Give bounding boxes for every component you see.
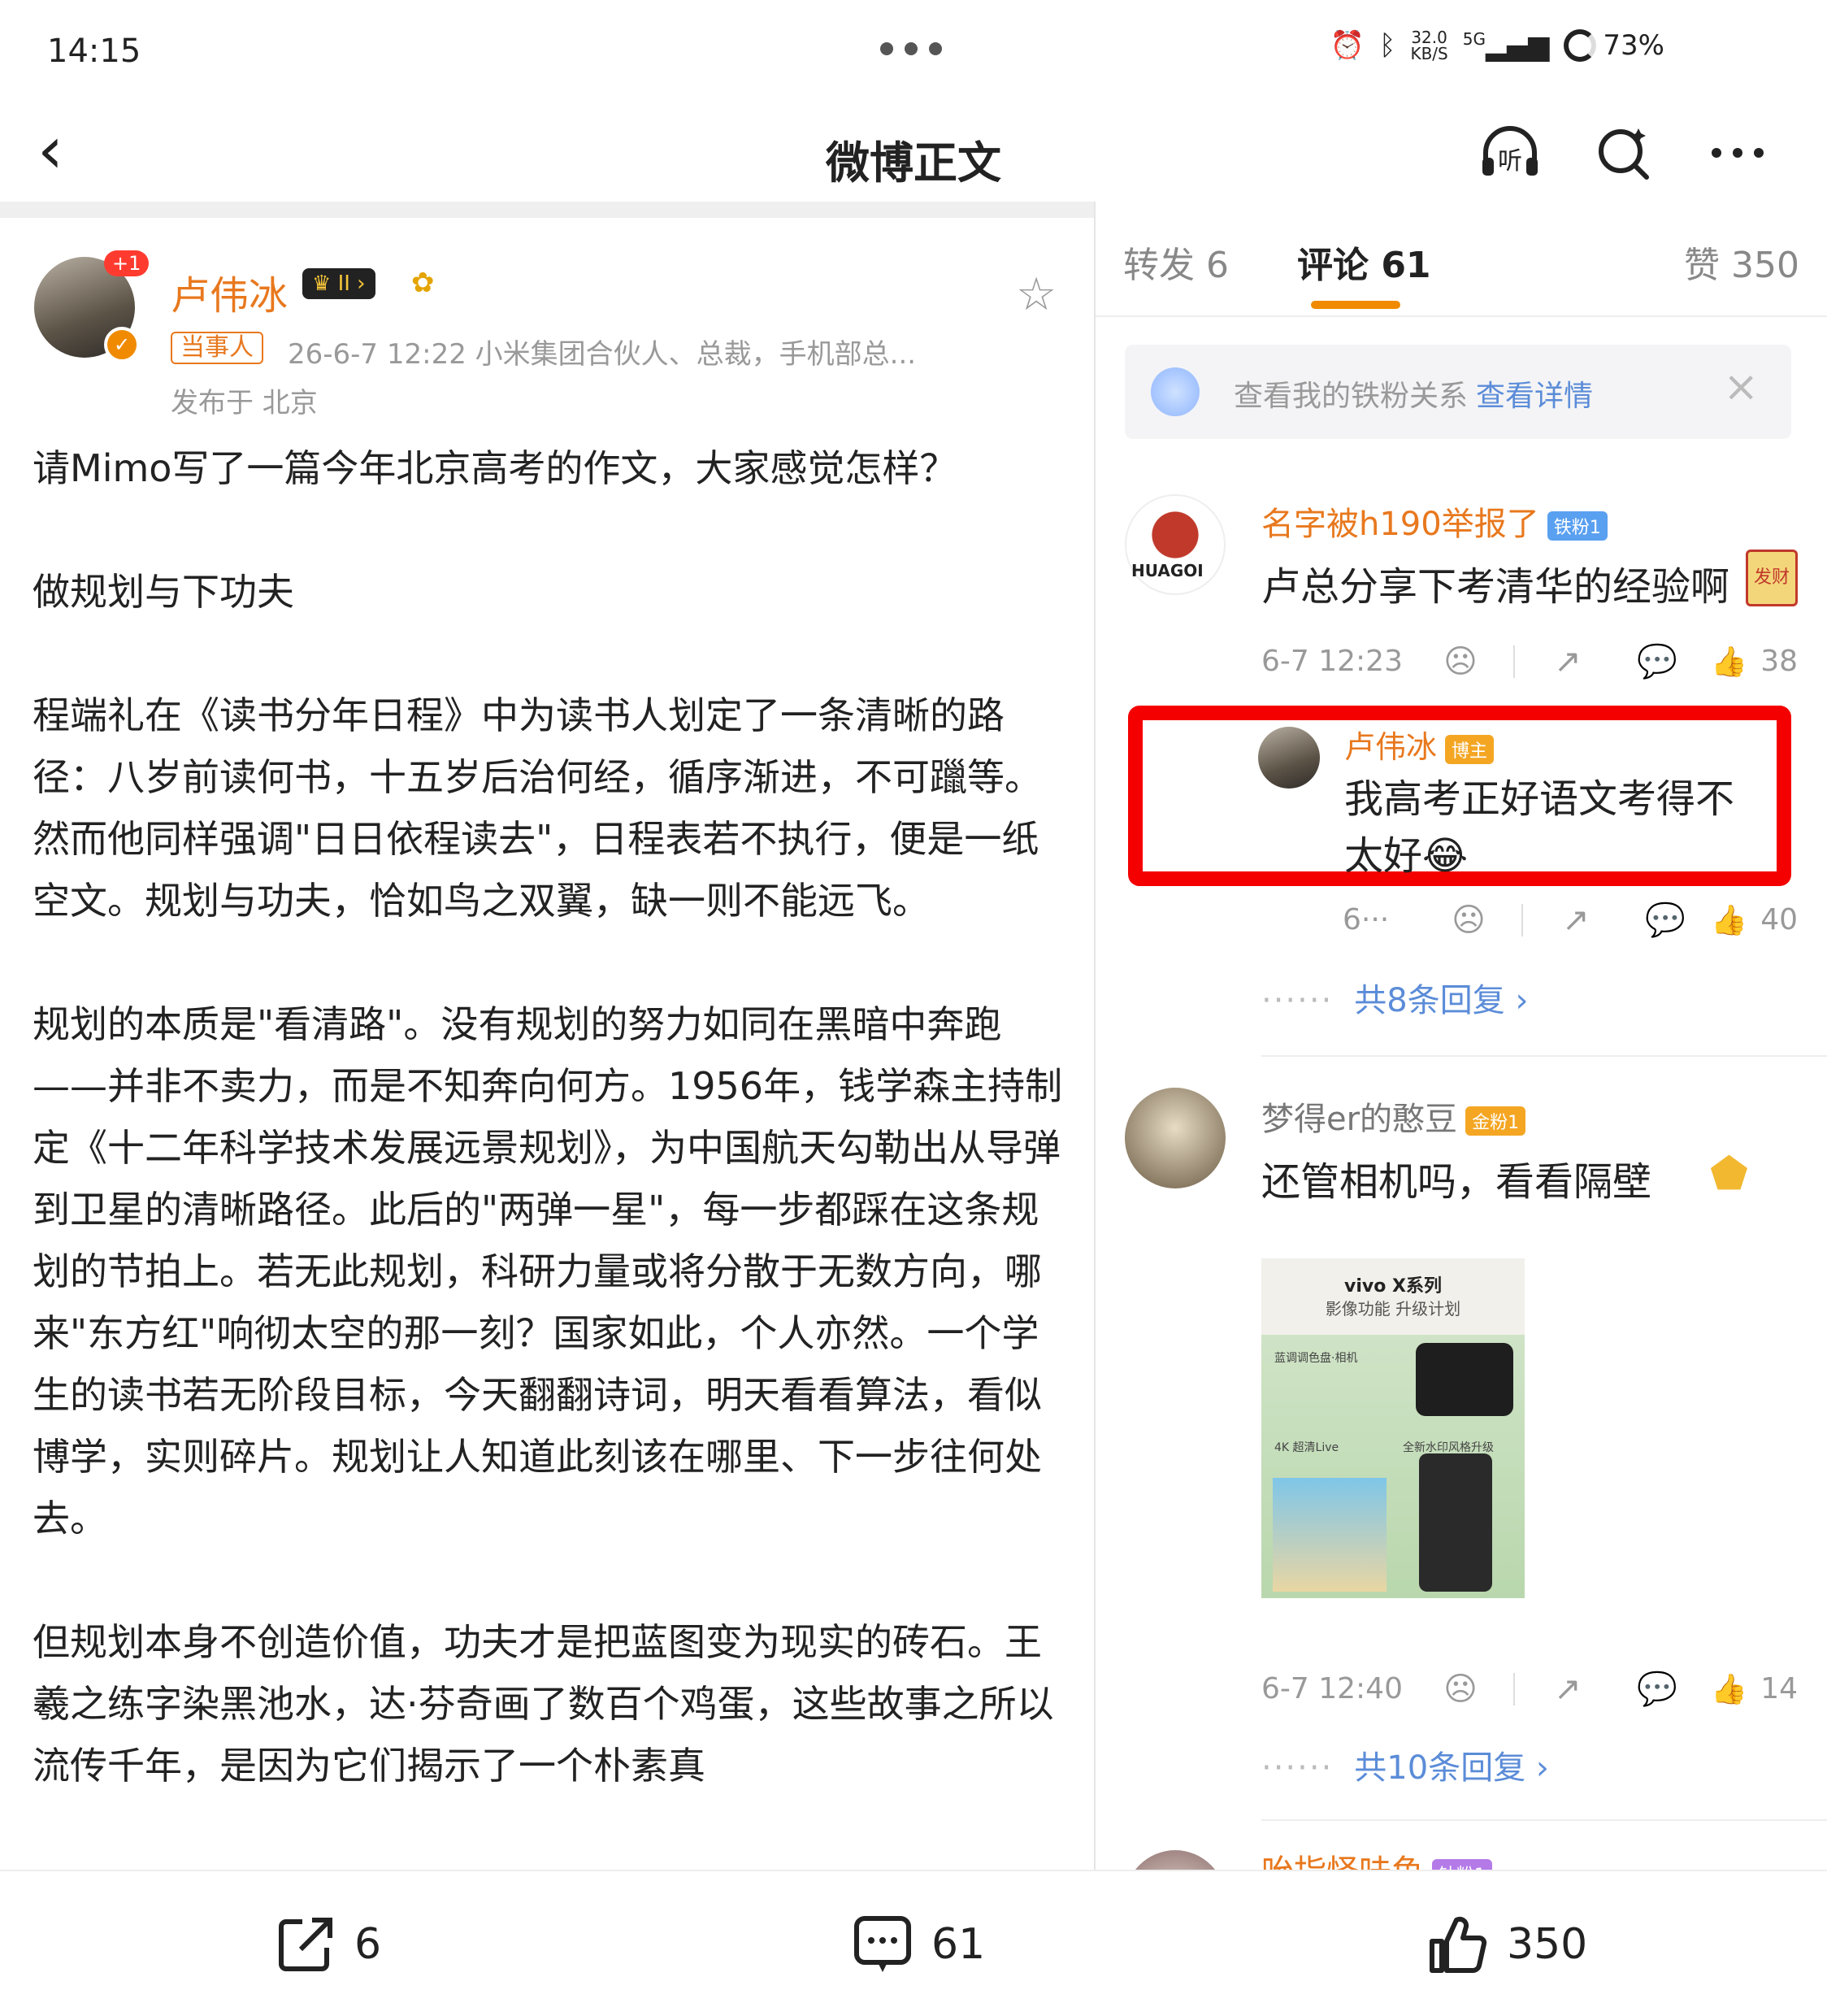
reply-text: 我高考正好语文考得不太好😂 bbox=[1344, 776, 1735, 879]
comment-image[interactable]: vivo X系列 影像功能 升级计划 蓝调调色盘·相机 4K 超清Live 全新… bbox=[1261, 1258, 1525, 1598]
comment-text: 还管相机吗，看看隔壁 bbox=[1261, 1159, 1652, 1205]
diamond-icon bbox=[1151, 367, 1200, 416]
share-icon[interactable]: ↗ bbox=[1523, 1671, 1612, 1708]
listen-icon[interactable]: 听 bbox=[1478, 120, 1543, 185]
share-icon[interactable]: ↗ bbox=[1523, 643, 1612, 680]
more-dots-icon bbox=[880, 42, 942, 55]
dislike-face-icon[interactable]: ☹ bbox=[1416, 1671, 1505, 1708]
thumb-up-icon: 👍 bbox=[1711, 1672, 1748, 1706]
reply-actions: 6··· ☹ ↗ 💬 👍 40 bbox=[1343, 901, 1798, 940]
commenter-avatar[interactable] bbox=[1125, 1850, 1226, 1870]
bottom-action-bar: 6 61 350 bbox=[0, 1870, 1827, 2016]
comment-time: 6-7 12:40 bbox=[1261, 1672, 1403, 1705]
post-body: 请Mimo写了一篇今年北京高考的作文，大家感觉怎样？ 做规划与下功夫 程端礼在《… bbox=[33, 437, 1073, 1858]
tab-comments[interactable]: 评论 61 bbox=[1297, 236, 1431, 288]
reply-time: 6··· bbox=[1343, 903, 1390, 936]
repost-button[interactable]: 6 bbox=[273, 1912, 381, 1977]
view-replies-link[interactable]: ······ 共8条回复 › bbox=[1261, 974, 1528, 1021]
blogger-badge: 博主 bbox=[1445, 734, 1495, 764]
post-paragraph: 请Mimo写了一篇今年北京高考的作文，大家感觉怎样？ bbox=[33, 446, 957, 490]
crown-badge-icon: ♛ II › bbox=[302, 268, 375, 299]
comments-panel: 转发 6 评论 61 赞 350 查看我的铁粉关系 查看详情 × HUAGOI 名… bbox=[1096, 202, 1827, 1870]
favorite-star-icon[interactable]: ☆ bbox=[1016, 268, 1057, 321]
commenter-avatar[interactable]: HUAGOI bbox=[1125, 494, 1226, 595]
commenter-avatar[interactable] bbox=[1125, 1088, 1226, 1188]
tab-likes[interactable]: 赞 350 bbox=[1684, 236, 1799, 288]
reply-icon[interactable]: 💬 bbox=[1612, 1670, 1702, 1708]
dislike-face-icon[interactable]: ☹ bbox=[1416, 643, 1505, 680]
status-time: 14:15 bbox=[47, 33, 141, 70]
commenter-name[interactable]: 名字被h190举报了 铁粉1 bbox=[1261, 497, 1608, 545]
like-button[interactable]: 👍 38 bbox=[1711, 645, 1798, 679]
avatar-badge: +1 bbox=[104, 250, 150, 276]
comment-divider bbox=[1261, 1819, 1827, 1821]
tab-indicator bbox=[1311, 301, 1400, 309]
fan-badge: 铁粉1 bbox=[1547, 511, 1608, 541]
tab-bar: 转发 6 评论 61 赞 350 bbox=[1096, 202, 1827, 317]
repost-icon bbox=[273, 1912, 338, 1977]
fan-badge: 钻粉1 bbox=[1432, 1859, 1492, 1870]
sticker-icon: 发财 bbox=[1746, 550, 1798, 606]
reply-name[interactable]: 卢伟冰 博主 bbox=[1344, 722, 1495, 767]
sunflower-icon: ✿ bbox=[411, 267, 435, 299]
post-paragraph: 但规划本身不创造价值，功夫才是把蓝图变为现实的砖石。王羲之练字染黑池水，达·芬奇… bbox=[33, 1620, 1054, 1788]
battery-icon: 73% bbox=[1564, 29, 1664, 63]
post-paragraph: 规划的本质是"看清路"。没有规划的努力如同在黑暗中奔跑——并非不卖力，而是不知奔… bbox=[33, 1002, 1063, 1540]
fan-badge: 金粉1 bbox=[1465, 1106, 1526, 1136]
signal-icon: 5G▂▄▆ bbox=[1462, 29, 1550, 63]
thumb-up-icon: 👍 bbox=[1711, 903, 1748, 937]
comment-button[interactable]: 61 bbox=[850, 1912, 985, 1977]
author-tag: 当事人 bbox=[171, 332, 263, 364]
comment-divider bbox=[1261, 1055, 1827, 1057]
svg-text:听: 听 bbox=[1498, 147, 1522, 176]
comment-actions: 6-7 12:23 ☹ ↗ 💬 👍 38 bbox=[1261, 642, 1798, 681]
nav-header: ‹ 微博正文 听 bbox=[0, 106, 1827, 203]
reply-icon[interactable]: 💬 bbox=[1621, 901, 1710, 939]
like-button[interactable]: 👍 14 bbox=[1711, 1672, 1798, 1706]
tab-repost[interactable]: 转发 6 bbox=[1123, 236, 1229, 288]
comment-time: 6-7 12:23 bbox=[1261, 645, 1403, 678]
post-meta: 26-6-7 12:22 小米集团合伙人、总裁，手机部总... bbox=[288, 338, 917, 371]
bluetooth-icon: ᛒ bbox=[1379, 29, 1396, 63]
reply-icon[interactable]: 💬 bbox=[1612, 642, 1702, 680]
verified-icon: ✓ bbox=[104, 327, 140, 363]
post-paragraph: 做规划与下功夫 bbox=[33, 570, 294, 614]
net-speed: 32.0 KB/S bbox=[1410, 28, 1448, 64]
author-name[interactable]: 卢伟冰 bbox=[171, 263, 288, 320]
reply-avatar[interactable] bbox=[1258, 727, 1320, 789]
close-icon[interactable]: × bbox=[1723, 363, 1759, 411]
commenter-name[interactable]: 梦得er的憨豆 金粉1 bbox=[1261, 1093, 1526, 1140]
post-panel: +1 ✓ 卢伟冰 ♛ II › ✿ ☆ 当事人 26-6-7 12:22 小米集… bbox=[0, 218, 1094, 1870]
comment-icon bbox=[850, 1912, 915, 1977]
fan-bar-link[interactable]: 查看详情 bbox=[1476, 380, 1593, 413]
post-paragraph: 程端礼在《读书分年日程》中为读书人划定了一条清晰的路径：八岁前读何书，十五岁后治… bbox=[33, 693, 1042, 923]
more-icon[interactable] bbox=[1705, 120, 1770, 185]
comment-text: 卢总分享下考清华的经验啊 bbox=[1261, 564, 1730, 610]
share-icon[interactable]: ↗ bbox=[1531, 902, 1621, 939]
status-bar: 14:15 ⏰ ᛒ 32.0 KB/S 5G▂▄▆ 73% bbox=[0, 0, 1827, 106]
comment-actions: 6-7 12:40 ☹ ↗ 💬 👍 14 bbox=[1261, 1670, 1798, 1709]
post-location: 发布于 北京 bbox=[171, 387, 318, 419]
fan-bar-text: 查看我的铁粉关系 bbox=[1234, 380, 1469, 413]
dislike-face-icon[interactable]: ☹ bbox=[1424, 902, 1513, 939]
fan-relation-bar[interactable]: 查看我的铁粉关系 查看详情 × bbox=[1125, 345, 1791, 439]
commenter-name[interactable]: 吮指怪味鱼钻粉1 bbox=[1261, 1845, 1492, 1870]
like-button[interactable]: 👍 40 bbox=[1711, 903, 1798, 937]
like-button[interactable]: 350 bbox=[1426, 1912, 1587, 1977]
status-icons: ⏰ ᛒ 32.0 KB/S 5G▂▄▆ 73% bbox=[1330, 29, 1664, 62]
thumb-up-icon bbox=[1426, 1912, 1491, 1977]
gem-sticker-icon: ⬟ bbox=[1710, 1148, 1748, 1199]
search-icon[interactable] bbox=[1591, 120, 1656, 185]
alarm-icon: ⏰ bbox=[1330, 29, 1365, 63]
view-replies-link[interactable]: ······ 共10条回复 › bbox=[1261, 1741, 1549, 1788]
divider bbox=[0, 202, 1094, 218]
thumb-up-icon: 👍 bbox=[1711, 645, 1748, 679]
